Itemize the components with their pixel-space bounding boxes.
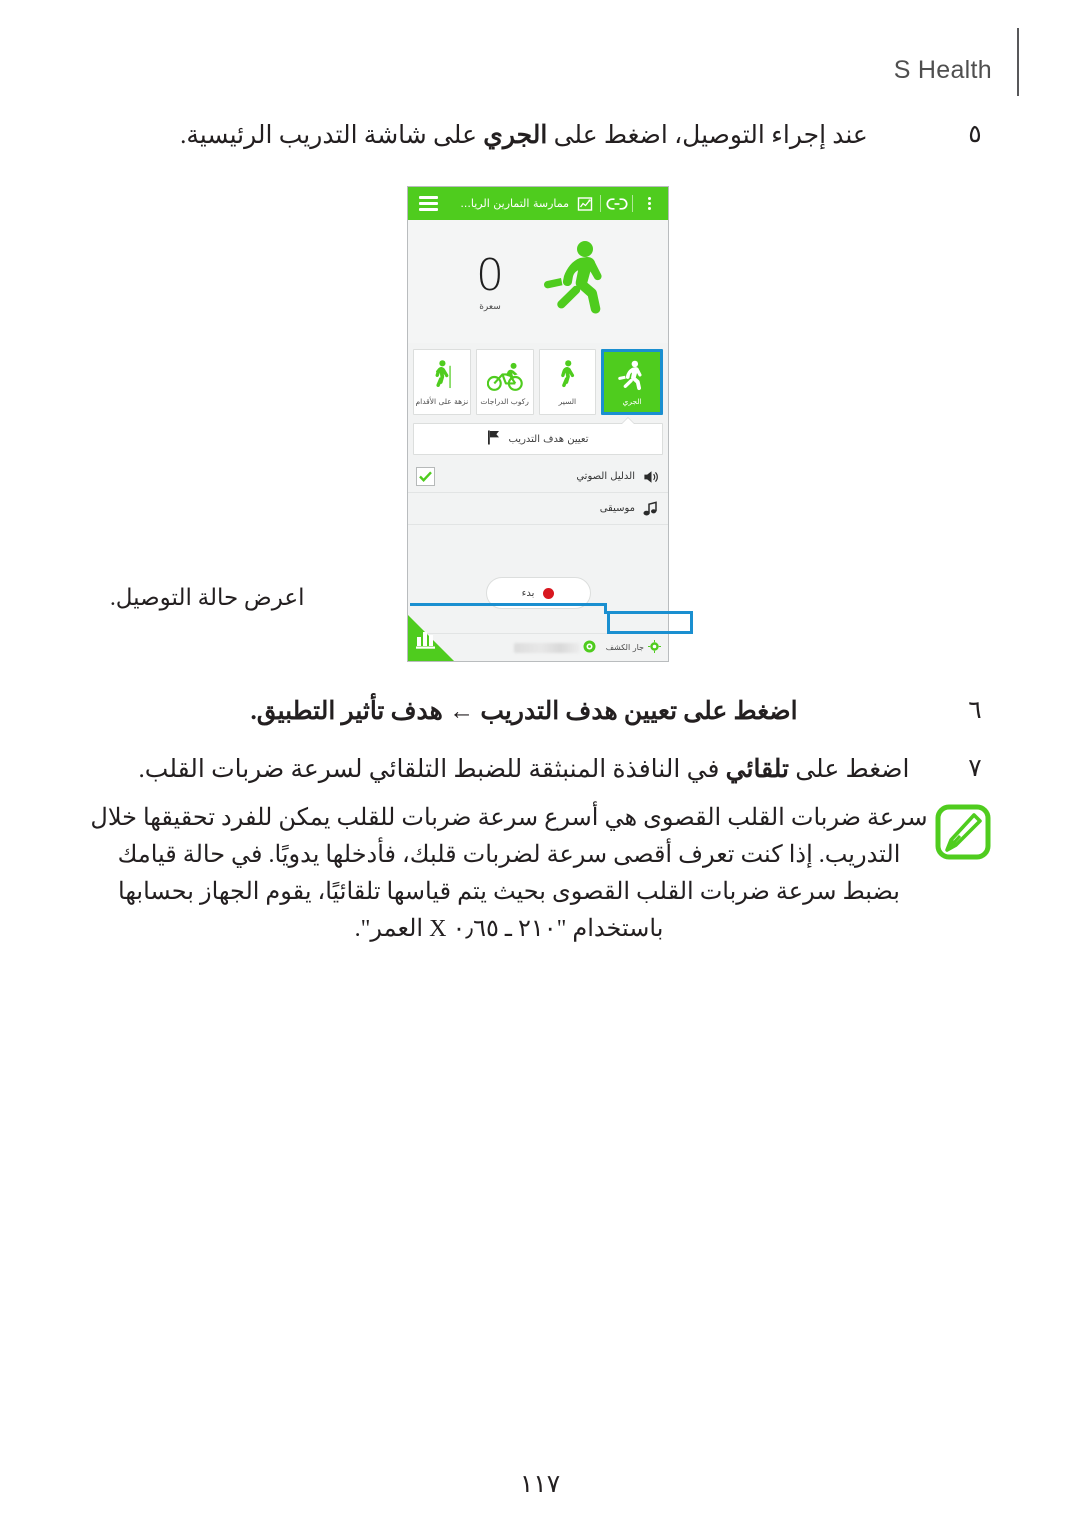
page-title: S Health	[893, 56, 992, 84]
activity-tile-running[interactable]: الجري	[601, 349, 663, 415]
activity-tile-running-label: الجري	[622, 396, 642, 406]
activity-tile-list: الجري السير ركوب الدراجات نزهة على الأقد…	[408, 343, 668, 419]
hamburger-icon[interactable]	[419, 196, 438, 211]
setting-row-music[interactable]: موسيقى	[408, 493, 668, 525]
goal-button-label: تعيين هدف التدريب	[508, 433, 589, 445]
step-6-text: اضغط على تعيين هدف التدريب ← هدف تأثير ا…	[90, 694, 958, 730]
step-5-text-before: عند إجراء التوصيل، اضغط على	[547, 122, 868, 149]
flag-icon	[487, 430, 501, 448]
workout-settings-list: الدليل الصوتي موسيقى	[408, 461, 668, 525]
statistics-corner-button[interactable]	[408, 615, 454, 661]
step-5-number: ٥	[968, 121, 982, 148]
page-number: ١١٧	[519, 1471, 561, 1498]
bar-chart-icon	[415, 630, 437, 654]
step-5-text: عند إجراء التوصيل، اضغط على الجري على شا…	[90, 118, 958, 154]
device-name-redacted	[513, 642, 580, 653]
phone-status-bar: جار الكشف	[408, 615, 668, 661]
step-7-bold: تلقائي	[725, 756, 789, 783]
caret-up-icon	[621, 418, 635, 425]
note-text: سرعة ضربات القلب القصوى هي أسرع سرعة ضرب…	[90, 805, 928, 942]
step-7-text: اضغط على تلقائي في النافذة المنبثقة للضب…	[90, 752, 958, 788]
speaker-icon	[640, 470, 660, 484]
step-7-number: ٧	[968, 755, 982, 782]
calorie-unit: سعرة	[479, 301, 501, 312]
running-icon	[617, 359, 647, 395]
step-6-text-before: اضغط على	[677, 698, 798, 725]
walking-icon	[554, 359, 580, 395]
voice-guide-checkbox[interactable]	[416, 467, 435, 486]
note-pencil-icon	[932, 804, 992, 862]
record-dot-icon	[543, 587, 555, 599]
note-callout: سرعة ضربات القلب القصوى هي أسرع سرعة ضرب…	[90, 800, 992, 948]
step-5: ٥ عند إجراء التوصيل، اضغط على الجري على …	[90, 118, 992, 154]
activity-tile-hiking[interactable]: نزهة على الأقدام	[413, 349, 471, 415]
callout-leader-line-horizontal	[410, 603, 607, 606]
callout-text: اعرض حالة التوصيل.	[110, 585, 305, 610]
running-person-icon	[541, 240, 615, 324]
music-note-icon	[640, 501, 660, 516]
activity-tile-walking[interactable]: السير	[538, 349, 597, 415]
cycling-icon	[486, 359, 523, 395]
gps-icon	[648, 638, 661, 657]
calorie-metric: 0 سعرة	[447, 249, 533, 312]
start-button-label: بدء	[521, 587, 535, 599]
action-bar-separator-2	[632, 195, 633, 212]
step-7-text-after: في النافذة المنبثقة للضبط التلقائي لسرعة…	[138, 756, 726, 783]
step-6-bold: تعيين هدف التدريب ← هدف تأثير التطبيق	[256, 698, 678, 725]
step-6-number: ٦	[968, 697, 982, 724]
action-bar-separator-1	[600, 195, 601, 212]
step-7: ٧ اضغط على تلقائي في النافذة المنبثقة لل…	[90, 752, 992, 788]
setting-row-voice-guide[interactable]: الدليل الصوتي	[408, 461, 668, 493]
header-divider	[1017, 28, 1019, 96]
activity-tile-walking-label: السير	[558, 396, 577, 406]
hiking-icon	[428, 359, 456, 395]
calorie-value: 0	[476, 249, 504, 301]
connected-device-status[interactable]	[512, 640, 598, 655]
setting-row-voice-guide-label: الدليل الصوتي	[576, 471, 635, 482]
workout-hero: 0 سعرة	[408, 220, 668, 343]
step-5-text-after: على شاشة التدريب الرئيسية.	[180, 122, 484, 149]
step-7-text-before: اضغط على	[788, 756, 910, 783]
trend-chart-icon[interactable]	[572, 191, 598, 217]
gps-status: جار الكشف	[606, 638, 661, 657]
app-action-bar: ممارسة التمارين الريا...	[408, 187, 668, 220]
overflow-menu-icon[interactable]	[636, 191, 662, 217]
link-chain-icon[interactable]	[604, 191, 630, 217]
gps-status-label: جار الكشف	[605, 643, 644, 652]
phone-screenshot: ممارسة التمارين الريا... 0 سعرة الجري ال…	[407, 186, 669, 662]
step-5-bold: الجري	[483, 122, 548, 149]
activity-tile-cycling[interactable]: ركوب الدراجات	[475, 349, 534, 415]
page-header: S Health	[0, 28, 1080, 96]
activity-tile-hiking-label: نزهة على الأقدام	[415, 396, 469, 406]
step-6: ٦ اضغط على تعيين هدف التدريب ← هدف تأثير…	[90, 694, 992, 730]
connection-status-highlight	[607, 611, 693, 634]
activity-tile-cycling-label: ركوب الدراجات	[480, 396, 529, 406]
setting-row-music-label: موسيقى	[599, 503, 635, 514]
set-training-goal-button[interactable]: تعيين هدف التدريب	[413, 423, 663, 455]
device-connected-icon	[583, 638, 596, 657]
app-title: ممارسة التمارين الريا...	[460, 197, 569, 210]
